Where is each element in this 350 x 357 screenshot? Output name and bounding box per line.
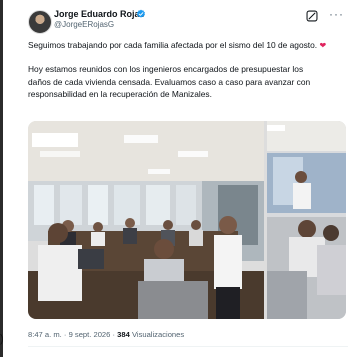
views-label: Visualizaciones (131, 330, 185, 339)
post-media[interactable] (28, 121, 346, 319)
more-options-icon[interactable]: ··· (329, 7, 344, 21)
media-photo-2[interactable] (267, 121, 346, 319)
post-date[interactable]: 9 sept. 2026 (69, 330, 111, 339)
media-photo-1[interactable] (28, 121, 264, 319)
author-handle[interactable]: @JorgeERojasG (54, 20, 114, 29)
heart-emoji: ❤ (319, 41, 327, 50)
edge-glyph: ) (0, 333, 4, 345)
post-time[interactable]: 8:47 a. m. (28, 330, 62, 339)
author-name[interactable]: Jorge Eduardo Rojas (54, 9, 145, 19)
post-meta: 8:47 a. m. · 9 sept. 2026 · 384 Visualiz… (28, 330, 184, 339)
post-text: Seguimos trabajando por cada familia afe… (28, 39, 328, 111)
meta-separator-2: · (112, 330, 116, 339)
divider (28, 346, 348, 347)
post-paragraph-1: Seguimos trabajando por cada familia afe… (28, 40, 318, 50)
post-card: Jorge Eduardo Rojas @JorgeERojasG ··· Se… (16, 0, 350, 357)
grok-icon[interactable] (305, 9, 319, 23)
verified-badge-icon (137, 9, 145, 18)
views-count: 384 (117, 330, 130, 339)
meta-separator: · (63, 330, 67, 339)
window-edge (0, 0, 3, 357)
avatar[interactable] (28, 10, 52, 34)
post-paragraph-2: Hoy estamos reunidos con los ingenieros … (28, 64, 311, 99)
